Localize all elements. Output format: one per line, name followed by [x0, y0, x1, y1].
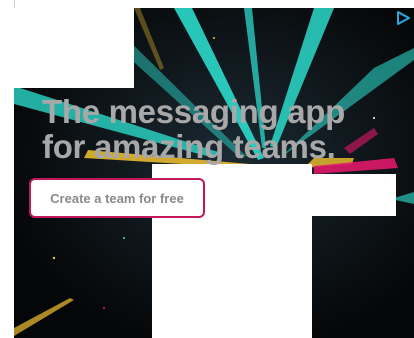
create-team-button[interactable]: Create a team for free: [29, 178, 205, 218]
headline: The messaging app for amazing teams.: [42, 94, 345, 164]
white-block-top-left: [14, 8, 134, 88]
ad-banner[interactable]: The messaging app for amazing teams.: [14, 8, 414, 338]
adchoices-icon[interactable]: [392, 8, 414, 28]
white-block-right: [312, 174, 396, 216]
headline-line-1: The messaging app: [42, 93, 345, 130]
headline-line-2: for amazing teams.: [42, 128, 336, 165]
play-triangle-icon: [397, 11, 410, 25]
